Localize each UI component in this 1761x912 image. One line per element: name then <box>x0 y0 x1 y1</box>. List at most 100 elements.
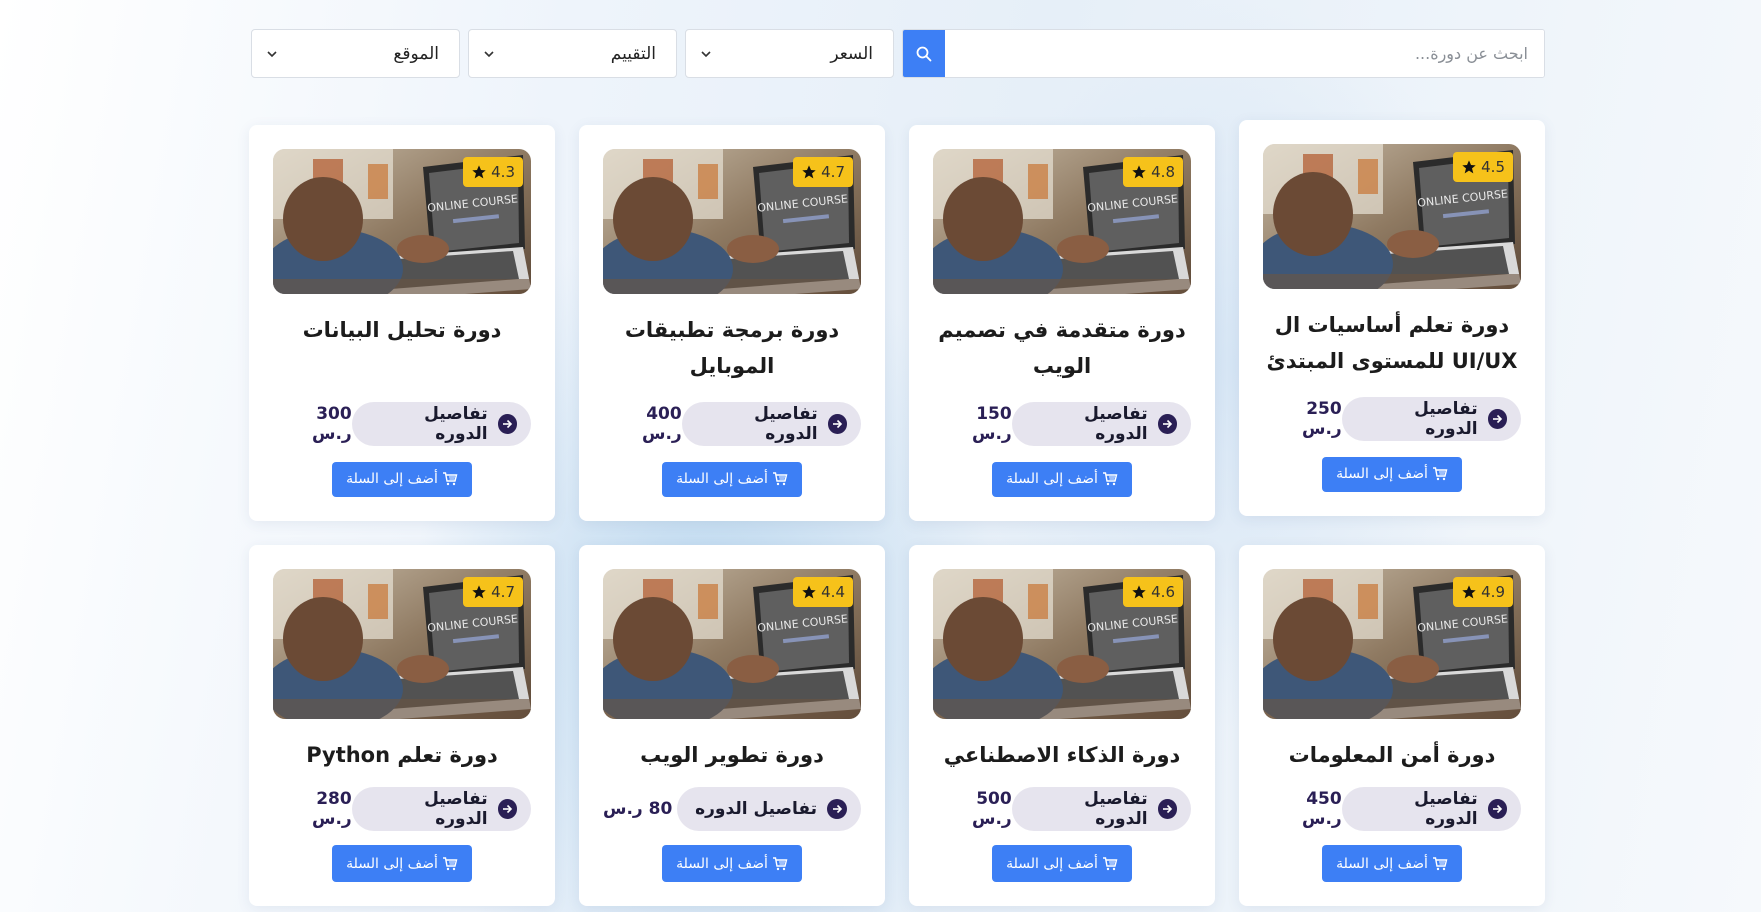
course-details-button[interactable]: تفاصيل الدوره <box>677 787 861 832</box>
course-title: دورة تعلم أساسيات ال UI/UX للمستوى المبت… <box>1266 312 1518 373</box>
arrow-right-icon <box>1157 413 1177 434</box>
add-to-cart-label: أضف إلى السلة <box>346 855 438 872</box>
add-to-cart-button[interactable]: أضف إلى السلة <box>662 461 802 497</box>
add-to-cart-label: أضف إلى السلة <box>1006 471 1098 488</box>
cart-icon <box>1432 856 1448 870</box>
course-meta: تفاصيل الدوره 500 ر.س <box>933 787 1191 832</box>
courses-page: السعر التقييم الموقع <box>245 29 1545 906</box>
course-title: دورة تطوير الويب <box>640 743 824 768</box>
rating-badge: 4.6 <box>1123 577 1183 607</box>
arrow-right-icon <box>827 799 847 820</box>
course-thumbnail: ONLINE COURSE 4.3 <box>273 149 531 294</box>
filter-bar: السعر التقييم الموقع <box>245 29 1545 78</box>
course-card-cell: ONLINE COURSE 4.3 دورة تحليل البيانات تف… <box>249 125 555 521</box>
star-icon <box>1462 160 1476 174</box>
course-thumbnail: ONLINE COURSE 4.7 <box>603 149 861 294</box>
add-to-cart-button[interactable]: أضف إلى السلة <box>992 461 1132 497</box>
course-card: ONLINE COURSE 4.5 دورة تعلم أساسيات ال U… <box>1239 120 1545 516</box>
cart-icon <box>1432 467 1448 481</box>
course-card: ONLINE COURSE 4.7 دورة تعلم Python تفاصي… <box>249 545 555 906</box>
rating-value: 4.4 <box>821 583 845 601</box>
add-to-cart-button[interactable]: أضف إلى السلة <box>1322 456 1462 492</box>
location-filter-select[interactable]: الموقع <box>251 29 460 78</box>
rating-badge: 4.3 <box>463 157 523 187</box>
course-card-cell: ONLINE COURSE 4.8 دورة متقدمة في تصميم ا… <box>909 125 1215 521</box>
rating-badge: 4.7 <box>793 157 853 187</box>
rating-value: 4.7 <box>491 583 515 601</box>
star-icon <box>1462 585 1476 599</box>
arrow-right-icon <box>497 413 517 434</box>
course-price: 80 ر.س <box>603 799 673 820</box>
course-card: ONLINE COURSE 4.9 دورة أمن المعلومات تفا… <box>1239 545 1545 906</box>
add-to-cart-button[interactable]: أضف إلى السلة <box>662 845 802 882</box>
rating-badge: 4.4 <box>793 577 853 607</box>
course-title: دورة الذكاء الاصطناعي <box>943 743 1181 768</box>
cart-icon <box>1102 856 1118 870</box>
cart-icon <box>772 472 788 486</box>
course-thumbnail: ONLINE COURSE 4.4 <box>603 569 861 720</box>
add-to-cart-button[interactable]: أضف إلى السلة <box>1322 845 1462 882</box>
course-meta: تفاصيل الدوره 450 ر.س <box>1263 787 1521 832</box>
course-thumbnail: ONLINE COURSE 4.8 <box>933 149 1191 294</box>
star-icon <box>472 585 486 599</box>
course-card: ONLINE COURSE 4.7 دورة برمجة تطبيقات الم… <box>579 125 885 521</box>
course-price: 150 ر.س <box>971 403 1012 444</box>
cart-icon <box>442 856 458 870</box>
price-filter-select[interactable]: السعر <box>685 29 894 78</box>
add-to-cart-button[interactable]: أضف إلى السلة <box>992 845 1132 882</box>
arrow-right-icon <box>1487 408 1507 429</box>
search-button[interactable] <box>903 30 945 77</box>
course-card: ONLINE COURSE 4.6 دورة الذكاء الاصطناعي … <box>909 545 1215 906</box>
course-details-button[interactable]: تفاصيل الدوره <box>1011 787 1191 832</box>
add-to-cart-label: أضف إلى السلة <box>676 855 768 872</box>
course-price: 500 ر.س <box>971 789 1012 830</box>
course-details-button[interactable]: تفاصيل الدوره <box>1341 787 1521 832</box>
course-meta: تفاصيل الدوره 280 ر.س <box>273 787 531 832</box>
search-input[interactable] <box>945 30 1544 77</box>
rating-value: 4.9 <box>1481 583 1505 601</box>
price-filter-label: السعر <box>830 43 873 64</box>
chevron-down-icon <box>701 50 711 57</box>
course-meta: تفاصيل الدوره 150 ر.س <box>933 401 1191 446</box>
course-card-cell: ONLINE COURSE 4.4 دورة تطوير الويب تفاصي… <box>579 545 885 906</box>
course-details-button[interactable]: تفاصيل الدوره <box>1341 396 1521 441</box>
add-to-cart-label: أضف إلى السلة <box>1336 466 1428 483</box>
course-title: دورة أمن المعلومات <box>1288 743 1496 768</box>
course-meta: تفاصيل الدوره 250 ر.س <box>1263 396 1521 441</box>
course-card: ONLINE COURSE 4.4 دورة تطوير الويب تفاصي… <box>579 545 885 906</box>
course-details-button[interactable]: تفاصيل الدوره <box>681 401 861 446</box>
chevron-down-icon <box>484 50 494 57</box>
rating-value: 4.8 <box>1151 163 1175 181</box>
add-to-cart-button[interactable]: أضف إلى السلة <box>332 461 472 497</box>
course-meta: تفاصيل الدوره 300 ر.س <box>273 401 531 446</box>
course-details-label: تفاصيل الدوره <box>1084 789 1148 830</box>
course-details-button[interactable]: تفاصيل الدوره <box>351 787 531 832</box>
rating-badge: 4.7 <box>463 577 523 607</box>
rating-value: 4.6 <box>1151 583 1175 601</box>
course-title: دورة تحليل البيانات <box>302 317 502 342</box>
cart-icon <box>1102 472 1118 486</box>
course-details-label: تفاصيل الدوره <box>1414 789 1478 830</box>
rating-badge: 4.9 <box>1453 577 1513 607</box>
course-details-button[interactable]: تفاصيل الدوره <box>1011 401 1191 446</box>
course-card-cell: ONLINE COURSE 4.9 دورة أمن المعلومات تفا… <box>1239 545 1545 906</box>
course-thumbnail: ONLINE COURSE 4.6 <box>933 569 1191 720</box>
star-icon <box>1132 165 1146 179</box>
course-card-cell: ONLINE COURSE 4.7 دورة تعلم Python تفاصي… <box>249 545 555 906</box>
search-box <box>902 29 1545 78</box>
rating-badge: 4.5 <box>1453 152 1513 182</box>
course-details-button[interactable]: تفاصيل الدوره <box>351 401 531 446</box>
arrow-right-icon <box>1157 799 1177 820</box>
add-to-cart-button[interactable]: أضف إلى السلة <box>332 845 472 882</box>
course-price: 450 ر.س <box>1301 789 1342 830</box>
location-filter-label: الموقع <box>393 43 439 64</box>
star-icon <box>802 585 816 599</box>
course-thumbnail: ONLINE COURSE 4.9 <box>1263 569 1521 720</box>
rating-value: 4.3 <box>491 163 515 181</box>
course-details-label: تفاصيل الدوره <box>754 403 818 444</box>
cart-icon <box>772 856 788 870</box>
rating-filter-select[interactable]: التقييم <box>468 29 677 78</box>
course-price: 280 ر.س <box>311 789 352 830</box>
star-icon <box>1132 585 1146 599</box>
chevron-down-icon <box>267 50 277 57</box>
